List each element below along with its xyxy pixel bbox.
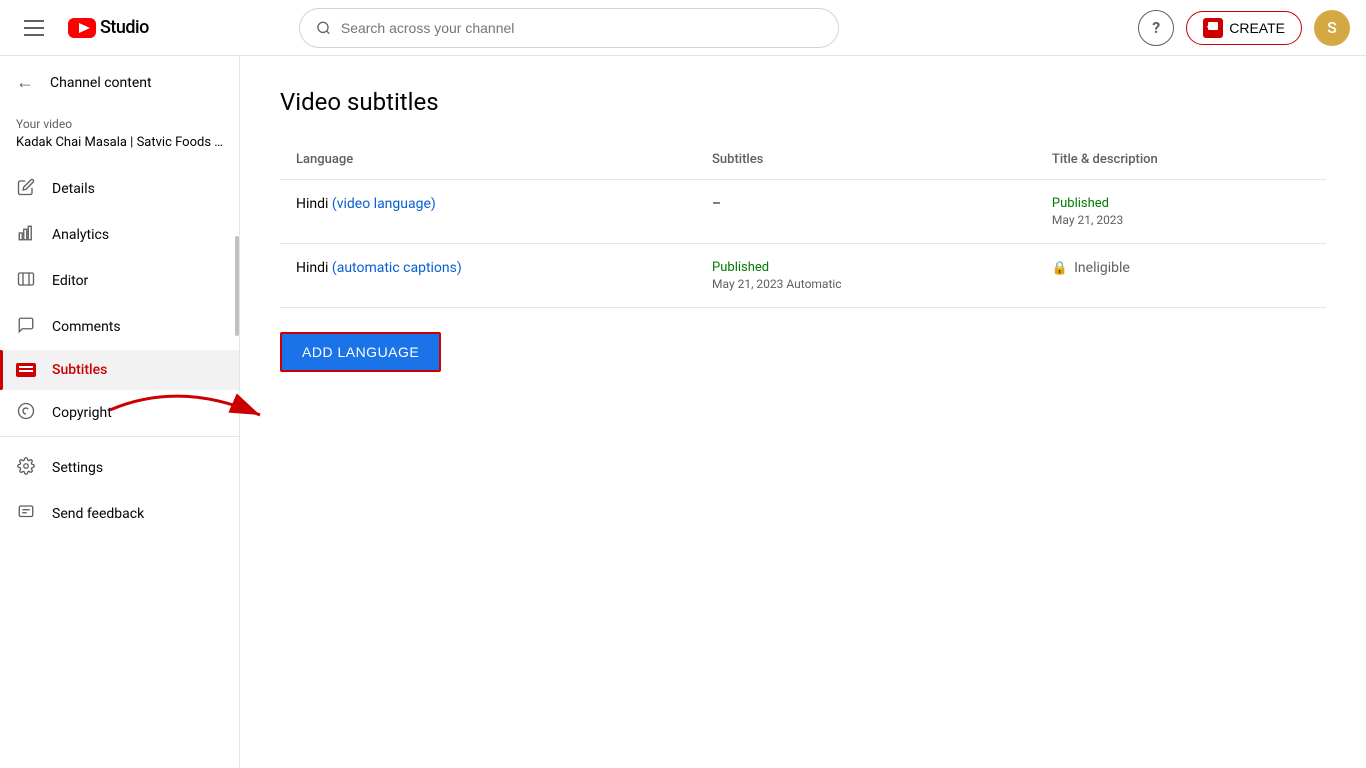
language-link-2[interactable]: (automatic captions) [332, 260, 462, 276]
header: Studio ? CREATE S [0, 0, 1366, 56]
col-title-desc: Title & description [1036, 140, 1326, 180]
avatar[interactable]: S [1314, 10, 1350, 46]
title-date-1: May 21, 2023 [1052, 213, 1310, 227]
sidebar-nav: Details Analytics Edit [0, 166, 239, 768]
subtitles-cell-1: – [696, 180, 1036, 244]
studio-label: Studio [100, 17, 149, 38]
send-feedback-label: Send feedback [52, 506, 144, 522]
lock-icon: 🔒 [1052, 261, 1068, 276]
back-to-channel[interactable]: ← Channel content [0, 56, 239, 109]
analytics-label: Analytics [52, 227, 109, 243]
subtitles-label: Subtitles [52, 362, 107, 378]
editor-icon [16, 270, 36, 292]
editor-label: Editor [52, 273, 88, 289]
sidebar-item-comments[interactable]: Comments [0, 304, 239, 350]
channel-content-label: Channel content [50, 75, 152, 91]
subtitles-icon [16, 363, 36, 377]
video-info: Your video Kadak Chai Masala | Satvic Fo… [0, 109, 239, 166]
settings-icon [16, 457, 36, 479]
analytics-icon [16, 224, 36, 246]
page-title: Video subtitles [280, 88, 1326, 116]
subtitles-table: Language Subtitles Title & description H… [280, 140, 1326, 308]
language-link-1[interactable]: (video language) [332, 196, 436, 212]
comments-icon [16, 316, 36, 338]
comments-label: Comments [52, 319, 121, 335]
sidebar: ← Channel content Your video Kadak Chai … [0, 56, 240, 768]
language-cell-1: Hindi (video language) [280, 180, 696, 244]
subtitles-status-2: Published [712, 260, 1020, 275]
hamburger-menu[interactable] [16, 12, 52, 44]
col-language: Language [280, 140, 696, 180]
subtitles-cell-2: Published May 21, 2023 Automatic [696, 244, 1036, 308]
sidebar-item-copyright[interactable]: Copyright [0, 390, 239, 436]
settings-label: Settings [52, 460, 103, 476]
copyright-icon [16, 402, 36, 424]
sidebar-item-settings[interactable]: Settings [0, 445, 239, 491]
sidebar-item-details[interactable]: Details [0, 166, 239, 212]
search-bar [299, 8, 839, 48]
title-cell-2: 🔒 Ineligible [1036, 244, 1326, 308]
details-label: Details [52, 181, 95, 197]
main-content: Video subtitles Language Subtitles Title… [240, 56, 1366, 768]
details-icon [16, 178, 36, 200]
add-language-section: ADD LANGUAGE [280, 332, 1326, 372]
sidebar-scrollbar[interactable] [235, 236, 239, 336]
your-video-label: Your video [16, 117, 223, 131]
header-right: ? CREATE S [1138, 10, 1350, 46]
layout: ← Channel content Your video Kadak Chai … [0, 0, 1366, 768]
title-cell-1: Published May 21, 2023 [1036, 180, 1326, 244]
ineligible-label: Ineligible [1074, 260, 1130, 276]
sidebar-item-subtitles[interactable]: Subtitles [0, 350, 239, 390]
youtube-logo-icon [68, 18, 96, 38]
sidebar-item-send-feedback[interactable]: Send feedback [0, 491, 239, 537]
table-row: Hindi (automatic captions) Published May… [280, 244, 1326, 308]
table-row: Hindi (video language) – Published May 2… [280, 180, 1326, 244]
sidebar-item-analytics[interactable]: Analytics [0, 212, 239, 258]
video-title: Kadak Chai Masala | Satvic Foods | ... [16, 135, 223, 150]
title-status-1: Published [1052, 196, 1310, 211]
search-icon [316, 20, 331, 36]
search-input[interactable] [341, 20, 822, 36]
sidebar-item-editor[interactable]: Editor [0, 258, 239, 304]
sidebar-bottom: Settings Send feedback [0, 436, 239, 545]
create-label: CREATE [1229, 20, 1285, 36]
help-button[interactable]: ? [1138, 10, 1174, 46]
back-arrow-icon: ← [16, 72, 34, 93]
send-feedback-icon [16, 503, 36, 525]
col-subtitles: Subtitles [696, 140, 1036, 180]
create-button[interactable]: CREATE [1186, 11, 1302, 45]
ineligible-cell: 🔒 Ineligible [1052, 260, 1310, 276]
language-plain-1: Hindi [296, 196, 332, 212]
copyright-label: Copyright [52, 405, 112, 421]
language-cell-2: Hindi (automatic captions) [280, 244, 696, 308]
language-plain-2: Hindi [296, 260, 332, 276]
header-left: Studio [16, 12, 149, 44]
add-language-button[interactable]: ADD LANGUAGE [280, 332, 441, 372]
logo[interactable]: Studio [68, 17, 149, 38]
subtitles-date-2: May 21, 2023 Automatic [712, 277, 1020, 291]
create-icon [1203, 18, 1223, 38]
